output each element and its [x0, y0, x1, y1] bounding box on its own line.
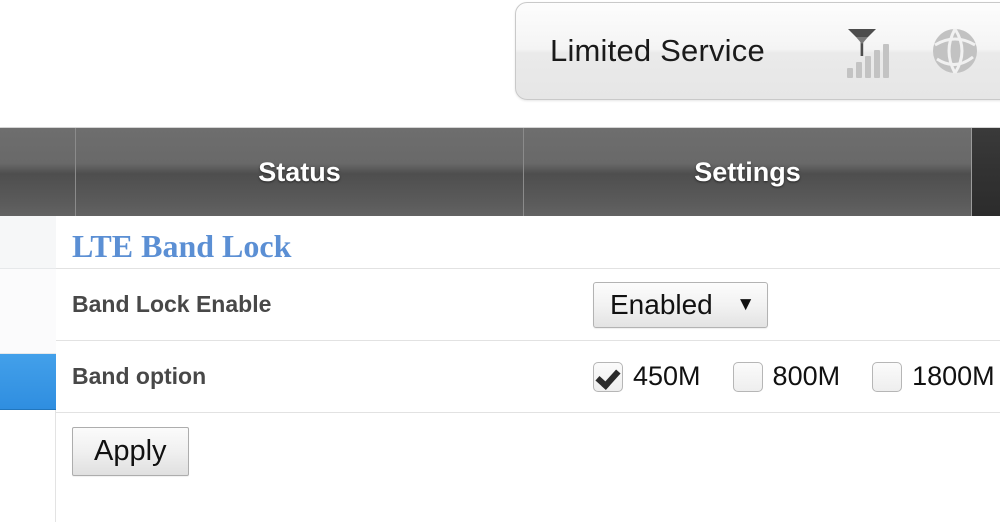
settings-content-panel: LTE Band Lock Band Lock Enable Enabled ▼…	[56, 216, 1000, 522]
row-band-option: Band option 450M 800M 1800M	[72, 341, 1000, 412]
band-lock-enable-label: Band Lock Enable	[72, 291, 272, 317]
band-option-1800m[interactable]: 1800M	[872, 361, 995, 392]
band-option-450m-label: 450M	[633, 361, 701, 391]
band-option-control: 450M 800M 1800M	[593, 361, 995, 392]
nav-tab-status[interactable]: Status	[75, 128, 523, 216]
sidebar-item-2[interactable]	[0, 269, 56, 354]
status-icon-group	[843, 22, 1000, 80]
sidebar-item-1[interactable]	[0, 216, 56, 269]
band-option-label: Band option	[72, 363, 207, 389]
band-option-800m[interactable]: 800M	[732, 361, 841, 392]
signal-antenna-icon	[843, 22, 895, 80]
apply-button-row: Apply	[72, 413, 1000, 476]
band-option-800m-label: 800M	[772, 361, 841, 391]
band-option-450m[interactable]: 450M	[593, 361, 701, 392]
row-band-lock-enable: Band Lock Enable Enabled ▼	[72, 269, 1000, 340]
checkbox-unchecked-icon[interactable]	[872, 361, 903, 392]
nav-tab-active-right[interactable]	[971, 128, 1000, 216]
sidebar-navigation	[0, 216, 56, 522]
router-admin-page: Limited Service Status Settings LTE Band…	[0, 0, 1000, 522]
sidebar-item-selected[interactable]	[0, 354, 56, 410]
band-lock-enable-value: Enabled	[610, 288, 713, 320]
page-body: LTE Band Lock Band Lock Enable Enabled ▼…	[0, 216, 1000, 522]
band-option-1800m-label: 1800M	[912, 361, 995, 391]
nav-tab-settings[interactable]: Settings	[523, 128, 971, 216]
status-panel: Limited Service	[515, 2, 1000, 100]
band-lock-enable-select[interactable]: Enabled ▼	[593, 281, 768, 328]
checkbox-checked-icon[interactable]	[593, 361, 623, 392]
checkbox-unchecked-icon[interactable]	[732, 361, 763, 392]
band-lock-enable-control: Enabled ▼	[593, 281, 768, 328]
band-option-checkbox-group: 450M 800M 1800M	[593, 361, 995, 392]
main-navigation-bar: Status Settings	[0, 128, 1000, 216]
globe-network-icon	[929, 25, 981, 77]
page-title: LTE Band Lock	[72, 228, 292, 264]
page-header: Limited Service	[0, 0, 1000, 128]
nav-tab-partial-left[interactable]	[0, 128, 75, 216]
service-status-text: Limited Service	[550, 33, 765, 68]
chevron-down-icon: ▼	[736, 294, 755, 315]
signal-bars	[846, 44, 889, 78]
apply-button[interactable]: Apply	[72, 427, 189, 476]
